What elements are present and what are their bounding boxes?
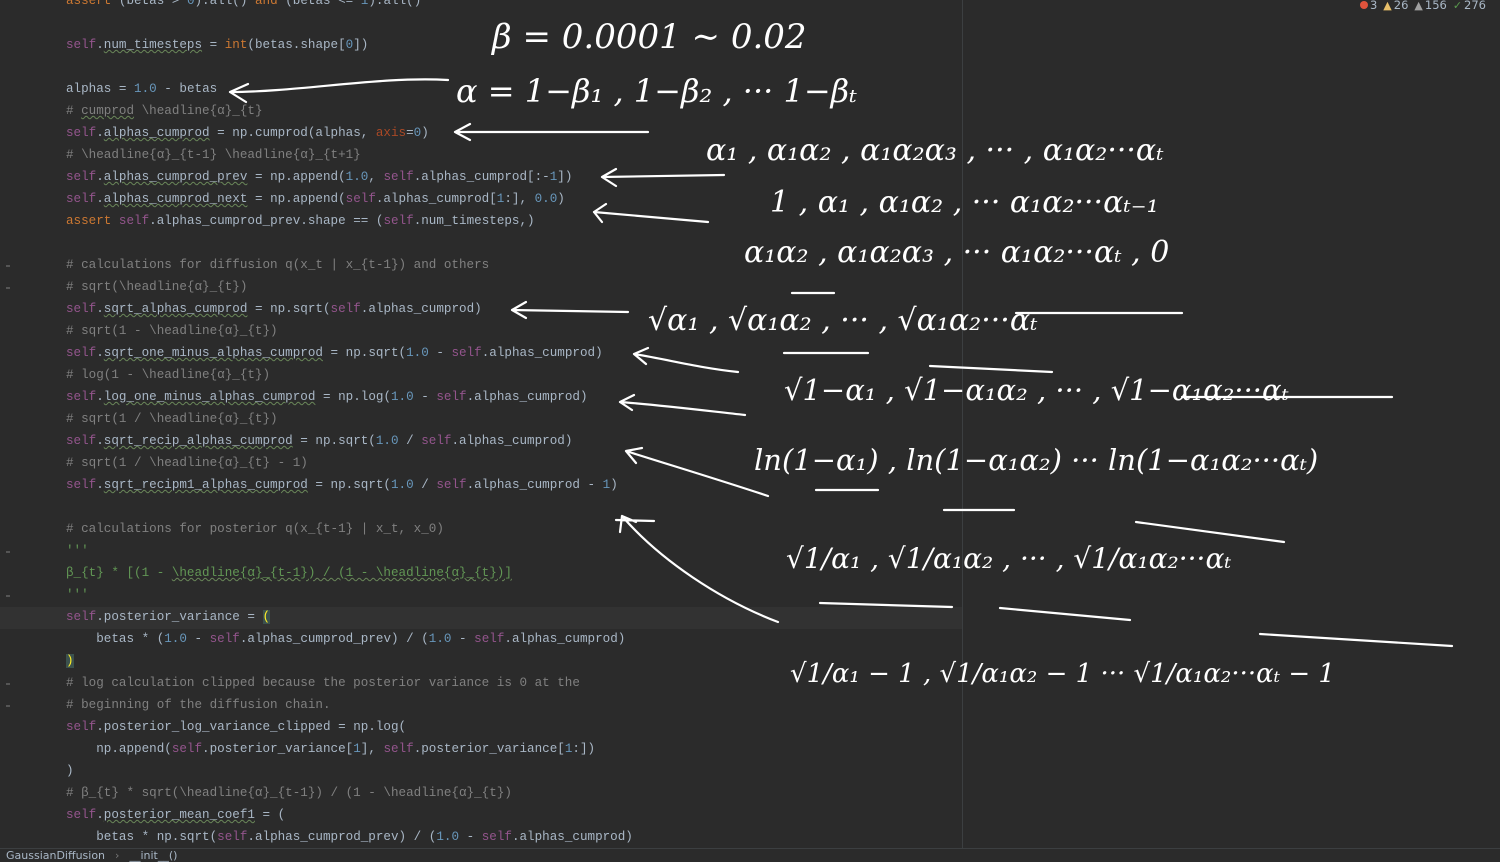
code-line[interactable]: self.sqrt_one_minus_alphas_cumprod = np.… [66, 342, 633, 364]
code-line[interactable]: # sqrt(\headline{α}_{t}) [66, 276, 633, 298]
code-line[interactable]: # calculations for diffusion q(x_t | x_{… [66, 254, 633, 276]
typo-check-icon: ✓ [1452, 0, 1463, 12]
code-editor[interactable]: assert (betas > 0).all() and (betas <= 1… [0, 0, 1500, 862]
warning-count[interactable]: ▲ 26 [1383, 0, 1408, 12]
typo-count[interactable]: ✓ 276 [1453, 0, 1486, 12]
fold-marker[interactable] [6, 551, 10, 553]
editor-gutter[interactable] [0, 0, 22, 848]
breadcrumb-class[interactable]: GaussianDiffusion [6, 849, 105, 862]
code-line[interactable] [66, 496, 633, 518]
code-line[interactable]: # sqrt(1 - \headline{α}_{t}) [66, 320, 633, 342]
code-line[interactable]: assert (betas > 0).all() and (betas <= 1… [66, 0, 633, 12]
code-line[interactable]: np.append(self.posterior_variance[1], se… [66, 738, 633, 760]
code-text[interactable]: assert (betas > 0).all() and (betas <= 1… [66, 0, 633, 848]
code-line[interactable]: self.posterior_mean_coef1 = ( [66, 804, 633, 826]
code-line[interactable]: ''' [66, 584, 633, 606]
code-line[interactable]: # sqrt(1 / \headline{α}_{t}) [66, 408, 633, 430]
code-line[interactable]: self.alphas_cumprod_prev = np.append(1.0… [66, 166, 633, 188]
code-line[interactable]: alphas = 1.0 - betas [66, 78, 633, 100]
code-line[interactable]: ''' [66, 540, 633, 562]
right-margin-guide [962, 0, 963, 848]
fold-marker[interactable] [6, 287, 10, 289]
error-icon [1359, 1, 1368, 9]
code-line[interactable]: self.sqrt_recipm1_alphas_cumprod = np.sq… [66, 474, 633, 496]
code-line[interactable]: assert self.alphas_cumprod_prev.shape ==… [66, 210, 633, 232]
code-line[interactable]: self.sqrt_alphas_cumprod = np.sqrt(self.… [66, 298, 633, 320]
code-line[interactable]: self.num_timesteps = int(betas.shape[0]) [66, 34, 633, 56]
code-line[interactable]: self.posterior_log_variance_clipped = np… [66, 716, 633, 738]
code-line[interactable]: # cumprod \headline{α}_{t} [66, 100, 633, 122]
warning-icon: ▲ [1383, 0, 1392, 12]
code-line[interactable] [66, 12, 633, 34]
code-line[interactable]: self.alphas_cumprod_next = np.append(sel… [66, 188, 633, 210]
code-line[interactable]: betas * np.sqrt(self.alphas_cumprod_prev… [66, 826, 633, 848]
code-line[interactable]: # sqrt(1 / \headline{α}_{t} - 1) [66, 452, 633, 474]
fold-marker[interactable] [6, 683, 10, 685]
breadcrumb: GaussianDiffusion › __init__() [0, 848, 1500, 862]
code-line[interactable]: # log(1 - \headline{α}_{t}) [66, 364, 633, 386]
error-count[interactable]: 3 [1359, 0, 1377, 12]
code-line[interactable]: ) [66, 760, 633, 782]
fold-marker[interactable] [6, 595, 10, 597]
breadcrumb-method[interactable]: __init__() [129, 849, 177, 862]
code-line[interactable]: self.alphas_cumprod = np.cumprod(alphas,… [66, 122, 633, 144]
code-line[interactable]: β_{t} * [(1 - \headline{α}_{t-1}) / (1 -… [66, 562, 633, 584]
code-line[interactable]: self.log_one_minus_alphas_cumprod = np.l… [66, 386, 633, 408]
inspection-widget[interactable]: 3 ▲ 26 ▲ 156 ✓ 276 [1359, 0, 1486, 12]
code-line[interactable]: # \headline{α}_{t-1} \headline{α}_{t+1} [66, 144, 633, 166]
code-line[interactable]: self.posterior_variance = ( [66, 606, 633, 628]
code-line[interactable] [66, 56, 633, 78]
code-line[interactable]: ) [66, 650, 633, 672]
code-line[interactable]: # log calculation clipped because the po… [66, 672, 633, 694]
code-line[interactable]: self.sqrt_recip_alphas_cumprod = np.sqrt… [66, 430, 633, 452]
code-line[interactable] [66, 232, 633, 254]
code-line[interactable]: # calculations for posterior q(x_{t-1} |… [66, 518, 633, 540]
fold-marker[interactable] [6, 265, 10, 267]
code-line[interactable]: # beginning of the diffusion chain. [66, 694, 633, 716]
code-line[interactable]: betas * (1.0 - self.alphas_cumprod_prev)… [66, 628, 633, 650]
weak-warning-count[interactable]: ▲ 156 [1414, 0, 1446, 12]
code-line[interactable]: # β_{t} * sqrt(\headline{α}_{t-1}) / (1 … [66, 782, 633, 804]
weak-warning-icon: ▲ [1414, 0, 1423, 12]
chevron-right-icon: › [115, 849, 120, 862]
fold-marker[interactable] [6, 705, 10, 707]
